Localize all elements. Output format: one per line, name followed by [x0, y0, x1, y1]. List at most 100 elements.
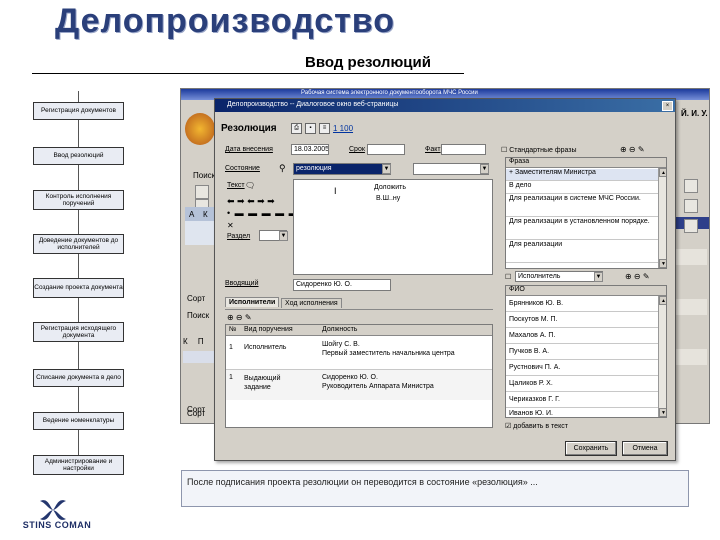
list-item[interactable]: Пучков В. А.	[506, 345, 658, 360]
phrases-toolbar-icons[interactable]: ⊕ ⊖ ✎	[620, 145, 645, 154]
speech-icon[interactable]: 🗨	[245, 181, 255, 190]
row-num: 1	[229, 374, 233, 381]
col-kind: Вид поручения	[244, 326, 293, 333]
list-item[interactable]: Брянников Ю. В.	[506, 297, 658, 312]
row-kind: Исполнитель	[244, 344, 287, 351]
background-toolbar-button[interactable]	[195, 185, 209, 199]
title-rule	[32, 73, 464, 74]
state-info-icon: ⚲	[279, 163, 286, 173]
print-icon[interactable]: ⎙	[291, 123, 302, 134]
text-line: Доложить	[374, 184, 406, 191]
background-grid-cell	[671, 249, 707, 265]
doc-number-link[interactable]: 1 100	[333, 124, 353, 133]
background-search-label: Поиск	[193, 171, 216, 180]
add-to-text-checkbox[interactable]: ☑ добавить в текст	[505, 422, 568, 430]
row-num: 1	[229, 344, 233, 351]
delete-icon[interactable]: ✕	[227, 221, 234, 230]
term-label: Срок	[349, 146, 365, 153]
phrases-header: Фраза	[506, 158, 666, 168]
chevron-down-icon[interactable]: ▼	[279, 231, 288, 241]
tab-divider	[225, 309, 493, 310]
row-person: Шойгу С. В.	[322, 341, 360, 348]
executor-toolbar-icons[interactable]: ⊕ ⊖ ✎	[625, 272, 650, 281]
list-item[interactable]: Поскутов М. П.	[506, 313, 658, 328]
row-position: Первый заместитель начальника центра	[322, 350, 455, 357]
list-item[interactable]: Махалов А. П.	[506, 329, 658, 344]
step-box[interactable]: Администрирование и настройки	[33, 455, 124, 475]
date-label: Дата внесения	[225, 146, 273, 153]
author-field[interactable]: Сидоренко Ю. О.	[293, 279, 391, 291]
background-sort-label: Сорт	[187, 294, 206, 303]
phrases-scrollbar[interactable]: ▲ ▼	[658, 168, 666, 268]
company-logo-text: STINS COMAN	[22, 520, 92, 530]
step-box[interactable]: Ввод резолюций	[33, 147, 124, 165]
list-item[interactable]: Цаликов Р. Х.	[506, 377, 658, 392]
term-field[interactable]	[367, 144, 405, 155]
background-list-area	[185, 221, 215, 245]
executors-header: № Вид поручения Должность	[226, 325, 492, 336]
people-scrollbar[interactable]: ▲ ▼	[658, 296, 666, 417]
text-label: Текст	[227, 182, 245, 189]
close-icon[interactable]: ×	[662, 101, 673, 111]
background-col-a: А	[189, 210, 195, 219]
text-cursor-icon: I	[334, 186, 337, 196]
background-grid-cell	[671, 299, 707, 315]
emblem-icon	[185, 113, 215, 145]
step-box[interactable]: Доведение документов до исполнителей	[33, 234, 124, 254]
col-num: №	[229, 326, 237, 333]
phrases-checkbox[interactable]: ☐ Стандартные фразы	[501, 146, 577, 154]
executors-table: № Вид поручения Должность 1 Исполнитель …	[225, 324, 493, 428]
state-select[interactable]: резолюция	[293, 163, 391, 175]
dialog-header-label: Резолюция	[221, 123, 277, 134]
tab-executors[interactable]: Исполнители	[225, 297, 280, 307]
executor-filter-select[interactable]: Исполнитель	[515, 271, 603, 282]
chevron-down-icon[interactable]: ▼	[382, 164, 391, 174]
executors-toolbar-icons[interactable]: ⊕ ⊖ ✎	[227, 313, 252, 322]
list-item[interactable]: + Заместителям Министра	[506, 169, 658, 181]
add-to-text-label: добавить в текст	[513, 423, 568, 430]
list-item[interactable]: Иванов Ю. И.	[506, 409, 658, 417]
scroll-down-icon[interactable]: ▼	[659, 408, 666, 417]
step-box[interactable]: Ведение номенклатуры	[33, 412, 124, 430]
background-tool-button[interactable]	[684, 219, 698, 233]
cancel-button[interactable]: Отмена	[622, 441, 668, 456]
resolution-dialog: Делопроизводство -- Диалоговое окно веб-…	[214, 98, 676, 461]
row-person: Сидоренко Ю. О.	[322, 374, 378, 381]
background-tool-button[interactable]	[684, 179, 698, 193]
list-item[interactable]: Для реализации в системе МЧС России.	[506, 195, 658, 217]
section-label: Раздел	[227, 233, 251, 240]
step-box[interactable]: Контроль исполнения поручений	[33, 190, 124, 210]
list-item[interactable]: Для реализации	[506, 241, 658, 263]
fact-field[interactable]	[441, 144, 486, 155]
tab-progress[interactable]: Ход исполнения	[281, 298, 342, 308]
save-icon[interactable]: ▪	[305, 123, 316, 134]
background-app-title: Рабочая система электронного документооб…	[301, 90, 478, 96]
list-item[interactable]: Чериказков Г. Г.	[506, 393, 658, 408]
chevron-down-icon[interactable]: ▼	[480, 164, 489, 174]
resolution-text-area[interactable]: Доложить В.Ш..ну I	[293, 179, 493, 275]
date-field[interactable]: 18.03.2005	[291, 144, 329, 155]
background-tool-button[interactable]	[684, 199, 698, 213]
slide-main-title: Делопроизводство	[55, 2, 396, 40]
state-extra-select[interactable]	[413, 163, 489, 175]
step-box[interactable]: Регистрация документов	[33, 102, 124, 120]
step-box[interactable]: Регистрация исходящего документа	[33, 322, 124, 342]
phrases-list: Фраза + Заместителям Министра В дело Для…	[505, 157, 667, 269]
save-button[interactable]: Сохранить	[565, 441, 617, 456]
arrow-buttons[interactable]: ⬅ ➡ ⬅ ➡ ➡	[227, 196, 275, 207]
scroll-up-icon[interactable]: ▲	[659, 168, 666, 177]
step-box[interactable]: Списание документа в дело	[33, 369, 124, 387]
list-item[interactable]: В дело	[506, 182, 658, 194]
list-item[interactable]: Для реализации в установленном порядке.	[506, 218, 658, 240]
dash-buttons[interactable]: • ▬ ▬ ▬ ▬ ▬	[227, 208, 299, 218]
executor-filter-checkbox[interactable]: ☐	[505, 273, 511, 281]
scroll-up-icon[interactable]: ▲	[659, 296, 666, 305]
chevron-down-icon[interactable]: ▼	[594, 272, 603, 282]
col-position: Должность	[322, 326, 358, 333]
step-box[interactable]: Создание проекта документа	[33, 278, 124, 298]
scroll-down-icon[interactable]: ▼	[659, 259, 666, 268]
list-item[interactable]: Рустнович П. А.	[506, 361, 658, 376]
doc-icon[interactable]: ≡	[319, 123, 330, 134]
table-row[interactable]: 1 Выдающий задание Сидоренко Ю. О. Руков…	[226, 370, 492, 400]
table-row[interactable]: 1 Исполнитель Шойгу С. В. Первый замести…	[226, 337, 492, 370]
